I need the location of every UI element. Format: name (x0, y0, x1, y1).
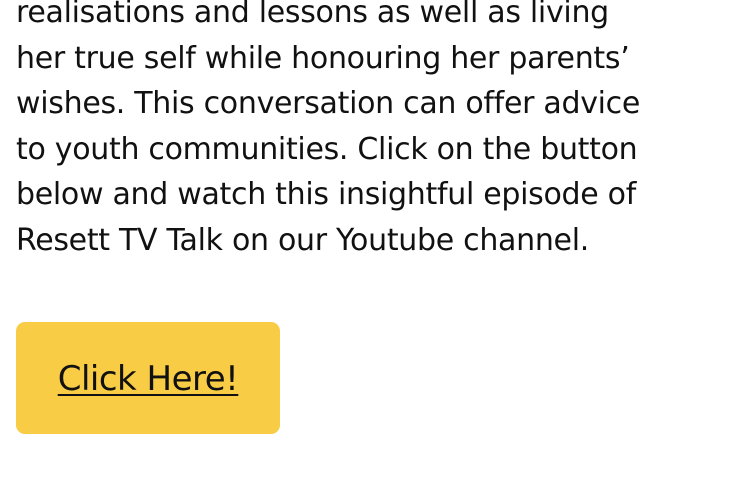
article-paragraph: realisations and lessons as well as livi… (16, 0, 726, 263)
paragraph-line: below and watch this insightful episode … (16, 177, 636, 212)
paragraph-line: her true self while honouring her parent… (16, 40, 630, 76)
click-here-button[interactable]: Click Here! (16, 322, 280, 434)
paragraph-line: to youth communities. Click on the butto… (16, 131, 638, 167)
paragraph-line: Resett TV Talk on our Youtube channel. (16, 222, 589, 258)
paragraph-line: wishes. This conversation can offer advi… (16, 86, 641, 121)
click-here-label[interactable]: Click Here! (58, 359, 239, 399)
paragraph-line: realisations and lessons as well as livi… (16, 0, 609, 30)
page: realisations and lessons as well as livi… (0, 0, 736, 485)
